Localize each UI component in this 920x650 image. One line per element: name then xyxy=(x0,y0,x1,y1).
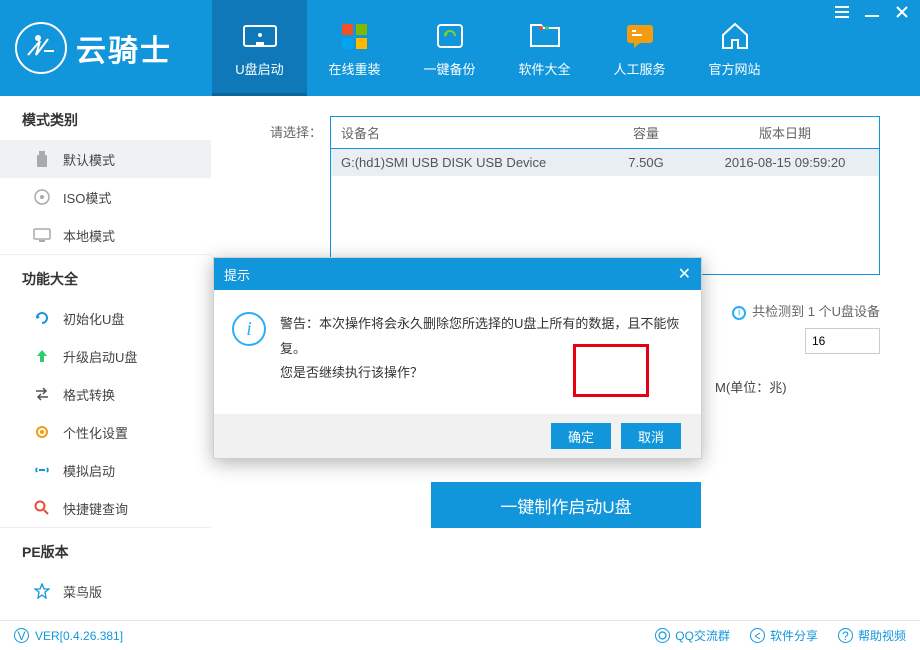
col-date: 版本日期 xyxy=(691,117,879,148)
sidebar-item-convert[interactable]: 格式转换 xyxy=(0,375,211,413)
num-input[interactable] xyxy=(805,328,880,354)
tab-backup[interactable]: 一键备份 xyxy=(402,0,497,96)
gear-icon xyxy=(33,423,51,441)
sidebar-item-iso[interactable]: ISO模式 xyxy=(0,178,211,216)
minimize-icon[interactable] xyxy=(858,2,886,22)
app-name: 云骑士 xyxy=(76,26,172,70)
dialog-title: 提示 xyxy=(224,265,250,284)
section-tools: 功能大全 xyxy=(0,254,211,299)
qq-link[interactable]: QQ交流群 xyxy=(655,627,730,644)
cancel-button[interactable]: 取消 xyxy=(621,423,681,449)
dialog-titlebar: 提示 ✕ xyxy=(214,258,701,290)
sidebar-item-default[interactable]: 默认模式 xyxy=(0,140,211,178)
version-icon: V xyxy=(14,628,29,643)
sidebar-item-basic[interactable]: 菜鸟版 xyxy=(0,572,211,610)
search-icon xyxy=(33,499,51,517)
sidebar-item-customize[interactable]: 个性化设置 xyxy=(0,413,211,451)
refresh-icon xyxy=(431,19,469,53)
logo: 云骑士 xyxy=(0,0,212,96)
chat-icon xyxy=(621,19,659,53)
alloc-unit: M(单位：兆) xyxy=(715,377,787,396)
sidebar-item-simulate[interactable]: 模拟启动 xyxy=(0,451,211,489)
up-arrow-icon xyxy=(33,347,51,365)
windows-icon xyxy=(336,19,374,53)
create-button[interactable]: 一键制作启动U盘 xyxy=(431,482,701,528)
share-link[interactable]: 软件分享 xyxy=(750,627,818,644)
usb-icon xyxy=(241,19,279,53)
section-mode: 模式类别 xyxy=(0,96,211,140)
monitor-icon xyxy=(33,226,51,244)
folder-icon xyxy=(526,19,564,53)
version-text: VER[0.4.26.381] xyxy=(35,629,123,643)
home-icon xyxy=(716,19,754,53)
usb-stick-icon xyxy=(33,150,51,168)
sidebar-item-local[interactable]: 本地模式 xyxy=(0,216,211,254)
menu-icon[interactable] xyxy=(828,2,856,22)
close-icon[interactable] xyxy=(888,2,916,22)
disc-icon xyxy=(33,188,51,206)
tab-usb-boot[interactable]: U盘启动 xyxy=(212,0,307,96)
window-controls xyxy=(828,2,916,22)
header-tabs: U盘启动 在线重装 一键备份 软件大全 人工服务 官方网站 xyxy=(212,0,920,96)
header: 云骑士 U盘启动 在线重装 一键备份 软件大全 人工服务 官方网站 xyxy=(0,0,920,96)
info-small-icon: i xyxy=(732,306,746,320)
swap-icon xyxy=(33,385,51,403)
sidebar-item-init[interactable]: 初始化U盘 xyxy=(0,299,211,337)
sidebar-item-hotkey[interactable]: 快捷键查询 xyxy=(0,489,211,527)
col-name: 设备名 xyxy=(331,117,601,148)
confirm-dialog: 提示 ✕ i 警告：本次操作将会永久删除您所选择的U盘上所有的数据，且不能恢复。… xyxy=(213,257,702,459)
select-label: 请选择： xyxy=(252,116,322,141)
col-capacity: 容量 xyxy=(601,117,691,148)
share-icon xyxy=(750,628,765,643)
device-row[interactable]: G:(hd1)SMI USB DISK USB Device 7.50G 201… xyxy=(331,149,879,176)
logo-icon xyxy=(14,21,68,75)
refresh-small-icon xyxy=(33,309,51,327)
link-icon xyxy=(33,461,51,479)
sidebar: 模式类别 默认模式 ISO模式 本地模式 功能大全 初始化U盘 升级启动U盘 格… xyxy=(0,96,212,620)
ok-button[interactable]: 确定 xyxy=(551,423,611,449)
tab-support[interactable]: 人工服务 xyxy=(592,0,687,96)
tab-software[interactable]: 软件大全 xyxy=(497,0,592,96)
section-pe: PE版本 xyxy=(0,527,211,572)
device-table: 设备名 容量 版本日期 G:(hd1)SMI USB DISK USB Devi… xyxy=(330,116,880,275)
dialog-close-icon[interactable]: ✕ xyxy=(678,264,691,284)
dialog-message: 警告：本次操作将会永久删除您所选择的U盘上所有的数据，且不能恢复。 您是否继续执… xyxy=(280,312,683,386)
info-icon: i xyxy=(232,312,266,346)
star-icon xyxy=(33,582,51,600)
help-icon: ? xyxy=(838,628,853,643)
help-link[interactable]: ?帮助视频 xyxy=(838,627,906,644)
qq-icon xyxy=(655,628,670,643)
footer: V VER[0.4.26.381] QQ交流群 软件分享 ?帮助视频 xyxy=(0,620,920,650)
sidebar-item-upgrade[interactable]: 升级启动U盘 xyxy=(0,337,211,375)
tab-online-reinstall[interactable]: 在线重装 xyxy=(307,0,402,96)
tab-website[interactable]: 官方网站 xyxy=(687,0,782,96)
